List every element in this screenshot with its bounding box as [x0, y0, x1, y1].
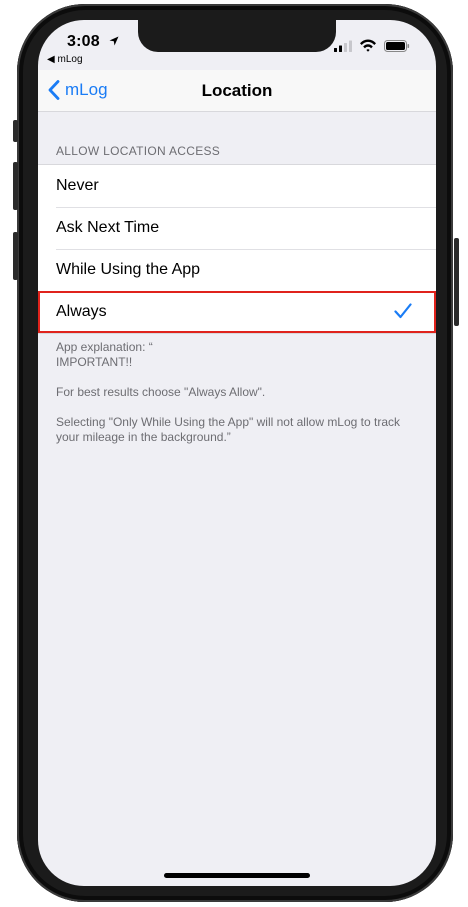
option-ask-next-time[interactable]: Ask Next Time — [38, 207, 436, 249]
section-footer: App explanation: “ IMPORTANT!! For best … — [56, 340, 416, 460]
status-icons — [334, 39, 410, 52]
option-while-using[interactable]: While Using the App — [38, 249, 436, 291]
option-label: Ask Next Time — [56, 219, 160, 236]
power-button — [454, 238, 459, 326]
location-arrow-icon — [109, 36, 119, 46]
option-label: While Using the App — [56, 261, 201, 278]
notch — [138, 20, 336, 52]
battery-icon — [384, 40, 410, 52]
screen: 3:08 ◀ mLog mLog Location ALLOW LOCATION… — [38, 20, 436, 886]
option-label: Always — [56, 303, 107, 320]
wifi-icon — [360, 39, 376, 52]
footer-line-1: App explanation: “ — [56, 340, 153, 354]
signal-icon — [334, 40, 352, 52]
location-options-list: Never Ask Next Time While Using the App … — [38, 164, 436, 334]
status-back-label: mLog — [57, 54, 83, 65]
status-back-to-app[interactable]: ◀ mLog — [47, 54, 83, 65]
navigation-bar: mLog Location — [38, 70, 436, 112]
home-indicator[interactable] — [164, 873, 310, 878]
option-never[interactable]: Never — [38, 165, 436, 207]
footer-line-4: Selecting "Only While Using the App" wil… — [56, 415, 401, 444]
volume-up-button — [13, 162, 18, 210]
option-always[interactable]: Always — [38, 291, 436, 333]
option-label: Never — [56, 177, 99, 194]
footer-line-2: IMPORTANT!! — [56, 355, 133, 369]
status-back-glyph: ◀ — [47, 54, 55, 65]
section-header: ALLOW LOCATION ACCESS — [56, 144, 221, 158]
footer-line-3: For best results choose "Always Allow". — [56, 385, 266, 399]
status-indicators — [334, 39, 412, 53]
footer-explanation: App explanation: “ IMPORTANT!! — [56, 340, 416, 370]
volume-down-button — [13, 232, 18, 280]
mute-switch — [13, 120, 18, 142]
page-title: Location — [201, 81, 273, 100]
checkmark-icon — [394, 303, 412, 319]
status-time: 3:08 — [67, 33, 100, 50]
